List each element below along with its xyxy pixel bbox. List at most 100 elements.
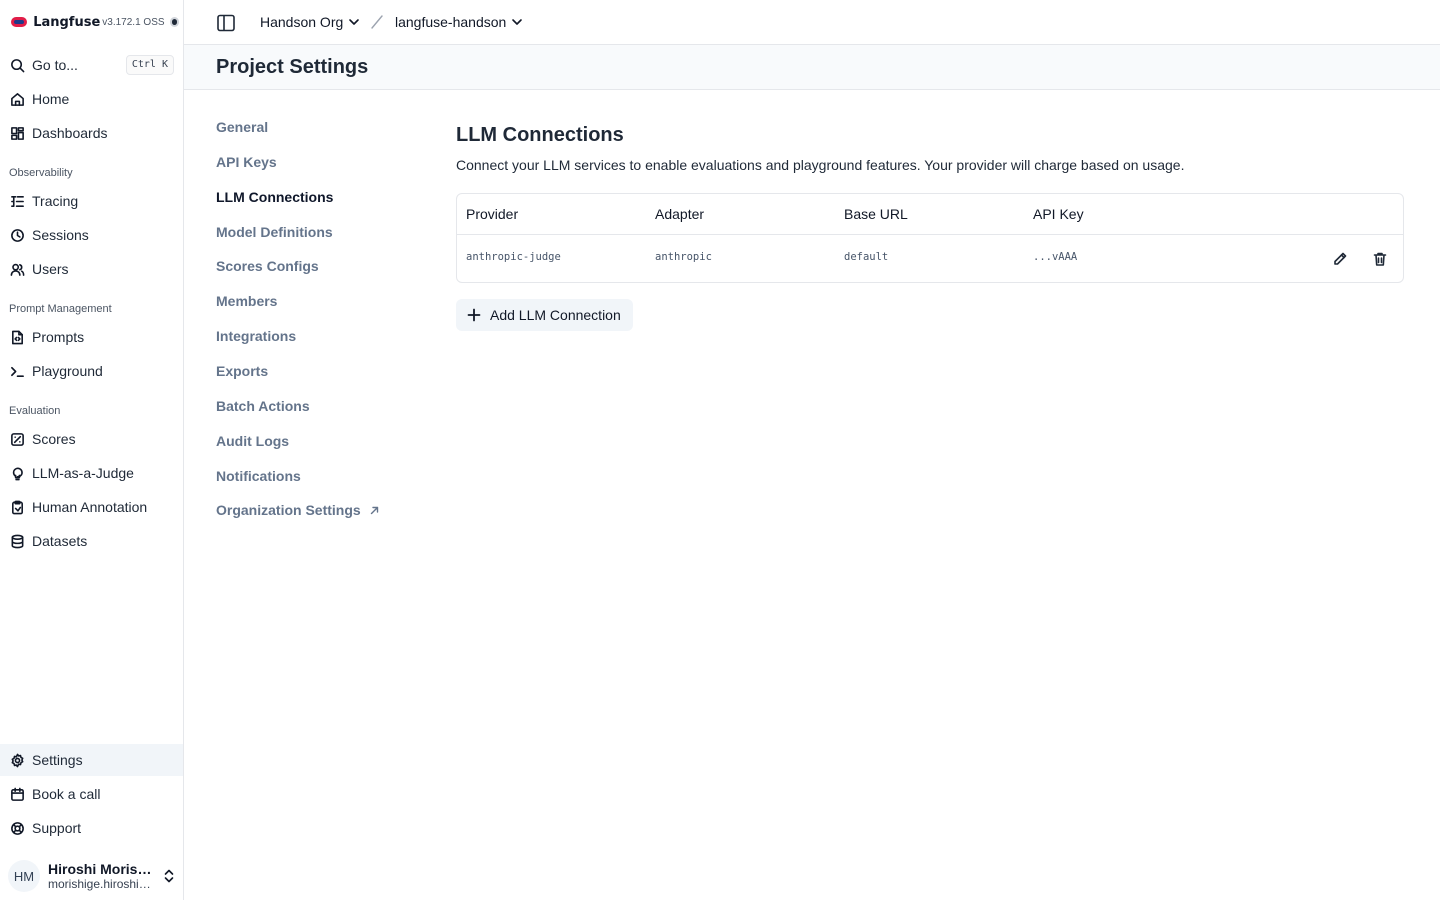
org-switcher[interactable]: Handson Org xyxy=(260,12,361,32)
clock-icon xyxy=(9,227,25,243)
brand-name: Langfuse xyxy=(33,14,101,30)
add-button-label: Add LLM Connection xyxy=(490,307,621,323)
sidebar-item-label: Support xyxy=(32,820,82,836)
section-description: Connect your LLM services to enable eval… xyxy=(456,157,1185,173)
sidebar-item-label: Users xyxy=(32,261,69,277)
settings-nav-api-keys[interactable]: API Keys xyxy=(216,154,277,170)
file-code-icon xyxy=(9,329,25,345)
sidebar-item-label: Playground xyxy=(32,363,103,379)
cell-api-key: ...vAAA xyxy=(1033,251,1078,263)
page-title: Project Settings xyxy=(216,56,369,78)
langfuse-logo-icon xyxy=(9,15,27,29)
calendar-icon xyxy=(9,786,25,802)
goto-button[interactable]: Go to... Ctrl K xyxy=(0,49,183,81)
chevron-down-icon xyxy=(512,19,523,25)
sidebar-item-scores[interactable]: Scores xyxy=(0,423,183,455)
page-header: Project Settings xyxy=(184,45,1440,90)
user-menu[interactable]: HM Hiroshi Morishige morishige.hiroshi@e… xyxy=(8,858,178,894)
chevron-down-icon xyxy=(349,19,360,25)
settings-nav-audit-logs[interactable]: Audit Logs xyxy=(216,433,289,449)
settings-nav-members[interactable]: Members xyxy=(216,293,277,309)
sidebar-item-prompts[interactable]: Prompts xyxy=(0,321,183,353)
user-name: Hiroshi Morishige xyxy=(48,861,158,877)
external-link-icon xyxy=(370,506,378,514)
gear-icon xyxy=(9,752,25,768)
sidebar-item-label: Prompts xyxy=(32,329,85,345)
clipboard-icon xyxy=(9,499,25,515)
plus-icon xyxy=(467,308,481,322)
goto-label: Go to... xyxy=(32,57,78,73)
settings-nav-llm-connections[interactable]: LLM Connections xyxy=(216,189,333,205)
database-icon xyxy=(9,533,25,549)
table-row: anthropic-judge anthropic default ...vAA… xyxy=(457,234,1403,282)
sidebar-item-dashboards[interactable]: Dashboards xyxy=(0,117,183,149)
settings-nav-organization-settings[interactable]: Organization Settings xyxy=(216,502,380,518)
sidebar-item-playground[interactable]: Playground xyxy=(0,355,183,387)
column-header-api-key: API Key xyxy=(1033,206,1084,222)
sidebar-item-label: Settings xyxy=(32,752,83,768)
connections-table: Provider Adapter Base URL API Key anthro… xyxy=(456,193,1404,283)
settings-nav-general[interactable]: General xyxy=(216,119,268,135)
users-icon xyxy=(9,261,25,277)
settings-nav-label: Organization Settings xyxy=(216,502,361,518)
column-header-provider: Provider xyxy=(466,206,519,222)
sidebar-item-tracing[interactable]: Tracing xyxy=(0,185,183,217)
settings-nav-notifications[interactable]: Notifications xyxy=(216,468,301,484)
settings-nav-exports[interactable]: Exports xyxy=(216,363,268,379)
settings-nav-scores-configs[interactable]: Scores Configs xyxy=(216,258,319,274)
shortcut-badge: Ctrl K xyxy=(125,55,174,75)
score-icon xyxy=(9,431,25,447)
settings-nav-model-definitions[interactable]: Model Definitions xyxy=(216,224,333,240)
sidebar-item-label: Human Annotation xyxy=(32,499,148,515)
project-switcher[interactable]: langfuse-handson xyxy=(395,12,524,32)
section-label-evaluation: Evaluation xyxy=(9,405,61,417)
sidebar-item-label: Datasets xyxy=(32,533,88,549)
cell-adapter: anthropic xyxy=(655,251,712,263)
lightbulb-icon xyxy=(9,465,25,481)
cell-base-url: default xyxy=(844,251,889,263)
sidebar-item-label: Sessions xyxy=(32,227,89,243)
lifebuoy-icon xyxy=(9,820,25,836)
top-bar: Handson Org langfuse-handson xyxy=(184,0,1440,45)
add-llm-connection-button[interactable]: Add LLM Connection xyxy=(456,299,633,331)
settings-nav-integrations[interactable]: Integrations xyxy=(216,328,296,344)
trash-icon xyxy=(1373,252,1387,266)
version-badge: v3.172.1 OSS xyxy=(102,16,165,28)
sidebar-toggle-icon[interactable] xyxy=(216,13,236,33)
sidebar-item-datasets[interactable]: Datasets xyxy=(0,525,183,557)
section-title: LLM Connections xyxy=(456,124,624,146)
project-name: langfuse-handson xyxy=(395,14,507,30)
section-label-prompt-management: Prompt Management xyxy=(9,303,112,315)
section-label-observability: Observability xyxy=(9,167,73,179)
terminal-icon xyxy=(9,363,25,379)
delete-button[interactable] xyxy=(1370,249,1390,269)
sidebar-item-label: Tracing xyxy=(32,193,79,209)
sidebar-item-human-annotation[interactable]: Human Annotation xyxy=(0,491,183,523)
column-header-adapter: Adapter xyxy=(655,206,705,222)
sidebar-item-label: Dashboards xyxy=(32,125,108,141)
sidebar-item-llm-as-a-judge[interactable]: LLM-as-a-Judge xyxy=(0,457,183,489)
tracing-icon xyxy=(9,193,25,209)
chevrons-up-down-icon xyxy=(164,869,174,883)
settings-nav-batch-actions[interactable]: Batch Actions xyxy=(216,398,310,414)
column-header-base-url: Base URL xyxy=(844,206,908,222)
sidebar-item-support[interactable]: Support xyxy=(0,812,183,844)
sidebar-item-label: Book a call xyxy=(32,786,101,802)
brand[interactable]: Langfuse v3.172.1 OSS xyxy=(9,11,179,33)
avatar: HM xyxy=(8,860,40,892)
sidebar-item-home[interactable]: Home xyxy=(0,83,183,115)
dashboard-icon xyxy=(9,125,25,141)
org-name: Handson Org xyxy=(260,14,344,30)
sidebar-item-label: LLM-as-a-Judge xyxy=(32,465,134,481)
sidebar-item-label: Scores xyxy=(32,431,76,447)
sidebar-item-book-a-call[interactable]: Book a call xyxy=(0,778,183,810)
pencil-icon xyxy=(1334,252,1347,265)
sidebar-item-settings[interactable]: Settings xyxy=(0,744,183,776)
sidebar-item-label: Home xyxy=(32,91,70,107)
edit-button[interactable] xyxy=(1330,249,1350,269)
cell-provider: anthropic-judge xyxy=(466,251,561,263)
home-icon xyxy=(9,91,25,107)
sidebar-item-users[interactable]: Users xyxy=(0,253,183,285)
user-email: morishige.hiroshi@example.com xyxy=(48,877,158,891)
sidebar-item-sessions[interactable]: Sessions xyxy=(0,219,183,251)
